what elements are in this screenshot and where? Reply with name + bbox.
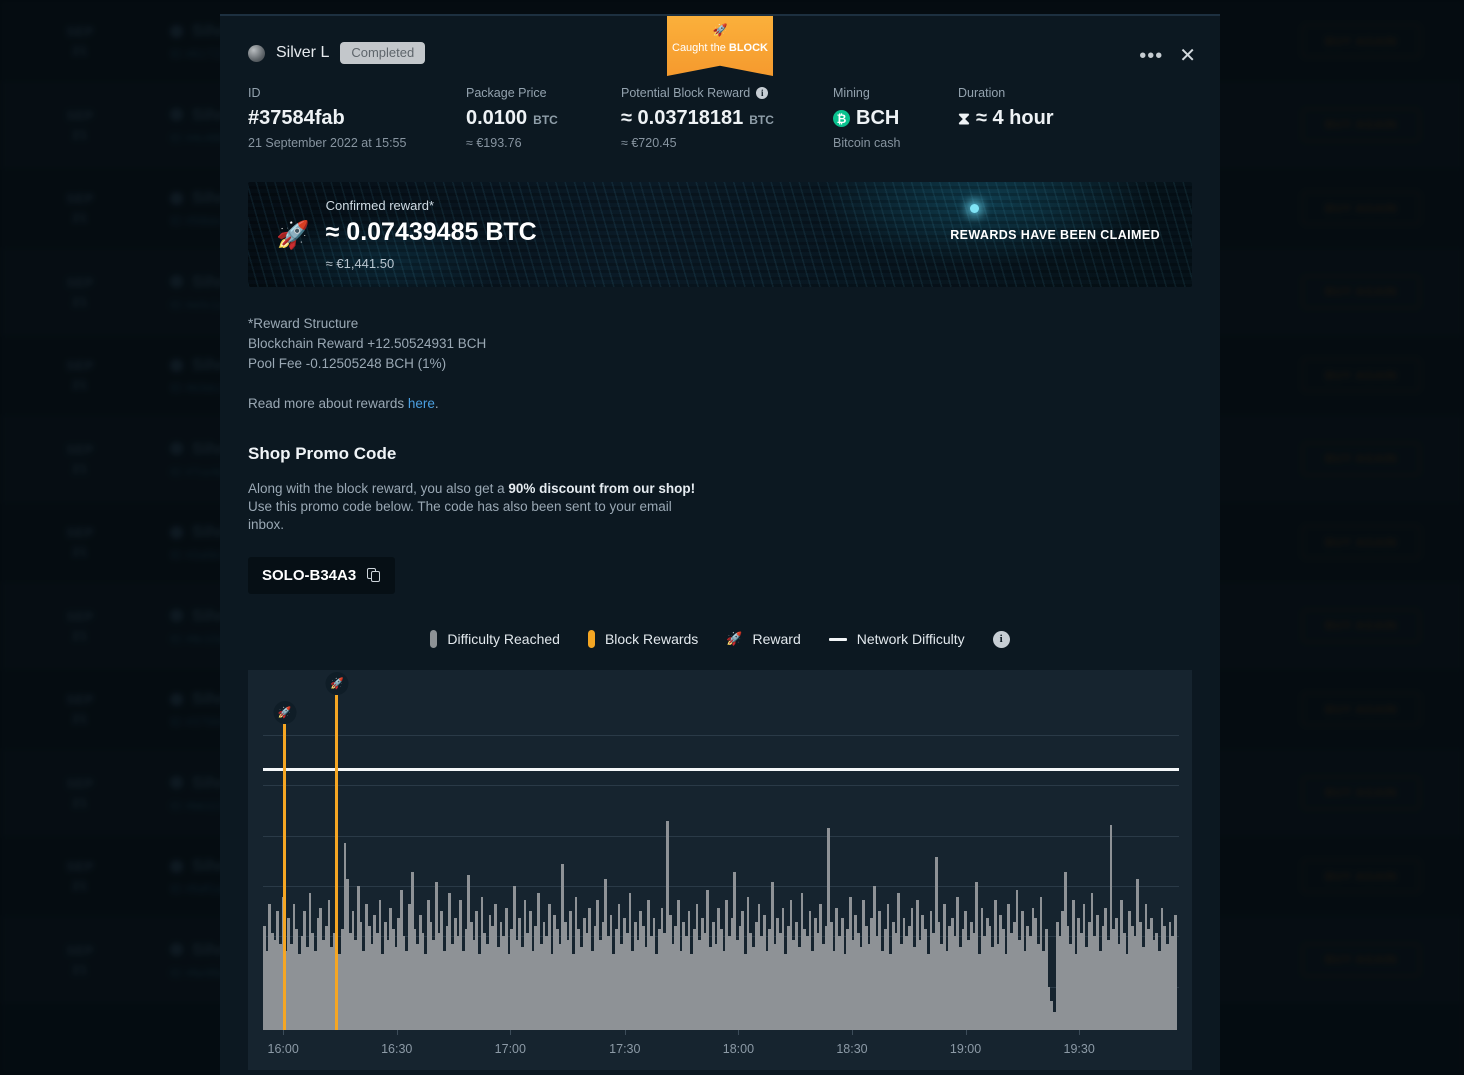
axis-tickmark [851,1030,853,1035]
stat-label-potential-block-reward: Potential Block Reward [621,86,751,100]
info-icon[interactable]: i [756,87,769,99]
stat-label-mining: Mining [833,86,870,100]
axis-tickmark [1079,1030,1081,1035]
chart-reward-marker[interactable]: 🚀 [273,701,297,1030]
chart-legend: Difficulty Reached Block Rewards 🚀 Rewar… [220,630,1220,648]
axis-tick-label: 16:30 [381,1042,413,1056]
stat-duration: Duration ⧗ ≈ 4 hour [958,86,1084,150]
read-more-line: Read more about rewards here. [248,396,439,411]
reward-structure-title: *Reward Structure [248,316,359,331]
difficulty-bars [263,670,1179,1030]
legend-bar-icon [587,630,595,648]
shop-promo-section: Shop Promo Code Along with the block rew… [220,414,1220,594]
axis-tick-label: 19:30 [1063,1042,1095,1056]
info-icon[interactable]: i [992,630,1010,648]
status-badge: Completed [340,42,426,64]
banner-glow-dot [970,204,979,213]
stat-label-id: ID [248,86,261,100]
legend-label: Reward [752,631,801,647]
stat-sub-potential-block-reward: ≈ €720.45 [621,136,677,150]
confirmed-reward-amount: ≈ 0.07439485 BTC [325,218,537,246]
package-orb-icon [248,44,265,62]
legend-item-difficulty-reached[interactable]: Difficulty Reached [430,630,560,648]
axis-tickmark [738,1030,740,1035]
stat-unit-package-price: BTC [533,113,558,127]
copy-icon[interactable] [367,568,381,583]
stat-value-mining: BCH [856,107,900,129]
chart-reward-marker[interactable]: 🚀 [325,672,349,1030]
promo-code-value: SOLO-B34A3 [262,567,357,584]
confirmed-reward-label: Confirmed reward* [325,198,434,213]
ribbon-label: Caught the BLOCK [672,42,768,54]
stat-sub-package-price: ≈ €193.76 [466,136,522,150]
mining-chart: 🚀 🚀 16:00 16:30 17:00 17:30 18:00 18:30 19:00 19… [248,670,1192,1070]
promo-code-box[interactable]: SOLO-B34A3 [248,557,396,594]
axis-tick-label: 17:30 [609,1042,641,1056]
stat-unit-potential-block-reward: BTC [749,113,774,127]
reward-structure-section: *Reward Structure Blockchain Reward +12.… [220,287,1220,414]
rocket-icon: 🚀 [712,23,728,37]
hourglass-icon: ⧗ [958,108,970,128]
legend-item-block-rewards[interactable]: Block Rewards [587,630,699,648]
legend-dash-icon [828,637,847,641]
chart-bar [1174,914,1177,1030]
legend-item-reward[interactable]: 🚀 Reward [726,631,800,647]
legend-bar-icon [430,630,438,648]
stat-sub-id: 21 September 2022 at 15:55 [248,136,407,150]
close-icon[interactable]: ✕ [1179,46,1196,66]
stat-mining: Mining ₿ BCH Bitcoin cash [833,86,958,150]
legend-item-network-difficulty[interactable]: Network Difficulty [828,631,965,647]
rocket-icon: 🚀 [276,219,310,250]
rocket-icon: 🚀 [273,701,297,724]
axis-tickmark [396,1030,398,1035]
promo-description: Along with the block reward, you also ge… [248,481,696,532]
axis-tick-label: 16:00 [267,1042,299,1056]
stat-value-potential-block-reward: ≈ 0.03718181 [621,107,744,129]
stat-potential-block-reward: Potential Block Reward i ≈ 0.03718181 BT… [621,86,833,150]
ellipsis-icon[interactable]: ••• [1139,46,1163,66]
confirmed-reward-fiat: ≈ €1,441.50 [325,256,395,271]
axis-tickmark [283,1030,285,1035]
axis-tick-label: 19:00 [949,1042,982,1056]
read-more-link[interactable]: here [408,396,435,411]
rocket-icon: 🚀 [726,631,743,646]
axis-tick-label: 17:00 [494,1042,526,1056]
axis-tickmark [510,1030,512,1035]
package-name: Silver L [276,44,330,61]
reward-structure-pool-fee: Pool Fee -0.12505248 BCH (1%) [248,356,447,371]
axis-tick-label: 18:00 [722,1042,755,1056]
stat-value-package-price: 0.0100 [466,107,528,129]
stat-package-price: Package Price 0.0100 BTC ≈ €193.76 [466,86,621,150]
network-difficulty-line [263,767,1179,771]
rewards-claimed-label: REWARDS HAVE BEEN CLAIMED [950,227,1160,242]
axis-tickmark [624,1030,626,1035]
stat-value-duration: ≈ 4 hour [975,107,1054,129]
stat-id: ID #37584fab 21 September 2022 at 15:55 [248,86,466,150]
reward-structure-blockchain: Blockchain Reward +12.50524931 BCH [248,336,487,351]
legend-label: Block Rewards [604,631,699,647]
confirmed-reward-banner: 🚀 Confirmed reward* ≈ 0.07439485 BTC ≈ €… [248,182,1192,287]
order-detail-modal: 🚀 Caught the BLOCK Silver L Completed ••… [220,14,1220,1075]
legend-label: Difficulty Reached [447,631,560,647]
order-stats-strip: ID #37584fab 21 September 2022 at 15:55 … [220,64,1220,150]
legend-label: Network Difficulty [856,631,965,647]
promo-title: Shop Promo Code [248,444,397,463]
bch-coin-icon: ₿ [833,110,850,127]
rocket-icon: 🚀 [325,672,349,696]
stat-sub-mining: Bitcoin cash [833,136,901,150]
axis-tick-label: 18:30 [836,1042,868,1056]
chart-x-axis: 16:00 16:30 17:00 17:30 18:00 18:30 19:00 19:30 [263,1030,1179,1070]
chart-plot-area: 🚀 🚀 [263,670,1179,1030]
stat-label-duration: Duration [958,86,1006,100]
stat-label-package-price: Package Price [466,86,547,100]
axis-tickmark [965,1030,967,1035]
window-controls: ••• ✕ [1139,46,1196,66]
stat-value-id: #37584fab [248,107,345,129]
